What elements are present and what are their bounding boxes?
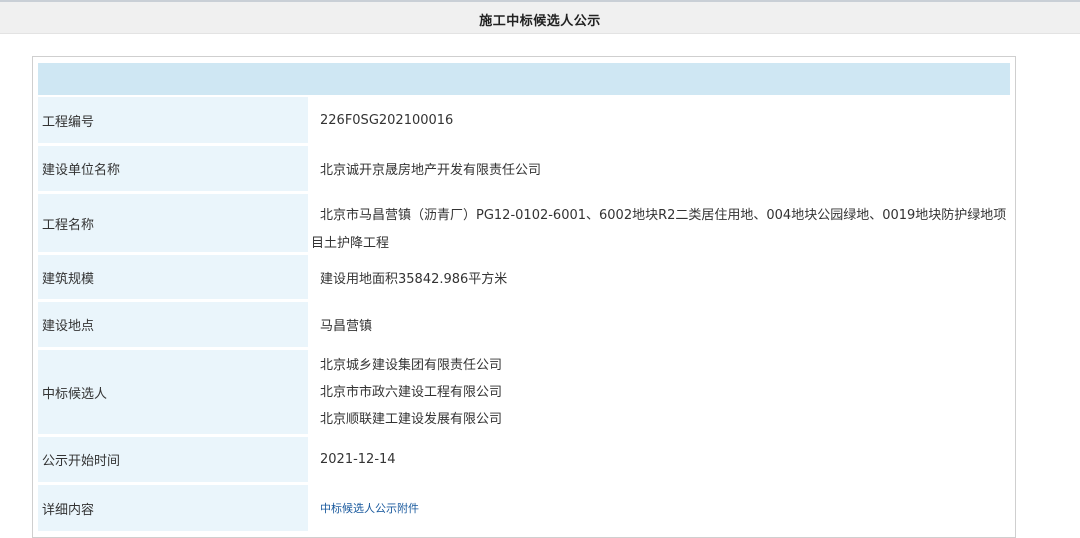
- candidate-item: 北京顺联建工建设发展有限公司: [320, 411, 503, 427]
- row-project-number: 工程编号 226F0SG202100016: [38, 97, 1010, 143]
- candidate-item: 北京市市政六建设工程有限公司: [320, 384, 503, 400]
- row-scale: 建筑规模 建设用地面积35842.986平方米: [38, 255, 1010, 299]
- row-location: 建设地点 马昌营镇: [38, 302, 1010, 347]
- value-project-number: 226F0SG202100016: [320, 112, 454, 128]
- row-project-name: 工程名称 北京市马昌营镇（沥青厂）PG12-0102-6001、6002地块R2…: [38, 194, 1010, 252]
- value-candidates: 北京城乡建设集团有限责任公司 北京市市政六建设工程有限公司 北京顺联建工建设发展…: [313, 350, 1010, 434]
- title-bar: 施工中标候选人公示: [0, 0, 1080, 34]
- row-start-date: 公示开始时间 2021-12-14: [38, 437, 1010, 482]
- page-title: 施工中标候选人公示: [479, 14, 601, 29]
- label-start-date: 公示开始时间: [38, 437, 308, 482]
- label-candidates: 中标候选人: [38, 350, 308, 434]
- row-candidates: 中标候选人 北京城乡建设集团有限责任公司 北京市市政六建设工程有限公司 北京顺联…: [38, 350, 1010, 434]
- panel-header: [38, 63, 1010, 95]
- label-location: 建设地点: [38, 302, 308, 347]
- info-panel: 工程编号 226F0SG202100016 建设单位名称 北京诚开京晟房地产开发…: [32, 56, 1016, 538]
- value-project-name-cell: 北京市马昌营镇（沥青厂）PG12-0102-6001、6002地块R2二类居住用…: [311, 194, 1010, 252]
- row-details: 详细内容 中标候选人公示附件: [38, 485, 1010, 531]
- value-project-name: 北京市马昌营镇（沥青厂）PG12-0102-6001、6002地块R2二类居住用…: [311, 208, 1007, 251]
- candidate-item: 北京城乡建设集团有限责任公司: [320, 357, 503, 373]
- label-builder: 建设单位名称: [38, 146, 308, 191]
- label-project-number: 工程编号: [38, 97, 308, 143]
- value-location: 马昌营镇: [320, 319, 373, 334]
- row-builder: 建设单位名称 北京诚开京晟房地产开发有限责任公司: [38, 146, 1010, 191]
- value-details: 中标候选人公示附件: [313, 485, 1010, 531]
- label-project-name: 工程名称: [38, 194, 308, 252]
- value-start-date: 2021-12-14: [320, 452, 396, 467]
- attachment-link[interactable]: 中标候选人公示附件: [320, 500, 419, 516]
- value-builder: 北京诚开京晟房地产开发有限责任公司: [320, 163, 542, 178]
- label-scale: 建筑规模: [38, 255, 308, 299]
- label-details: 详细内容: [38, 485, 308, 531]
- value-scale: 建设用地面积35842.986平方米: [320, 271, 508, 287]
